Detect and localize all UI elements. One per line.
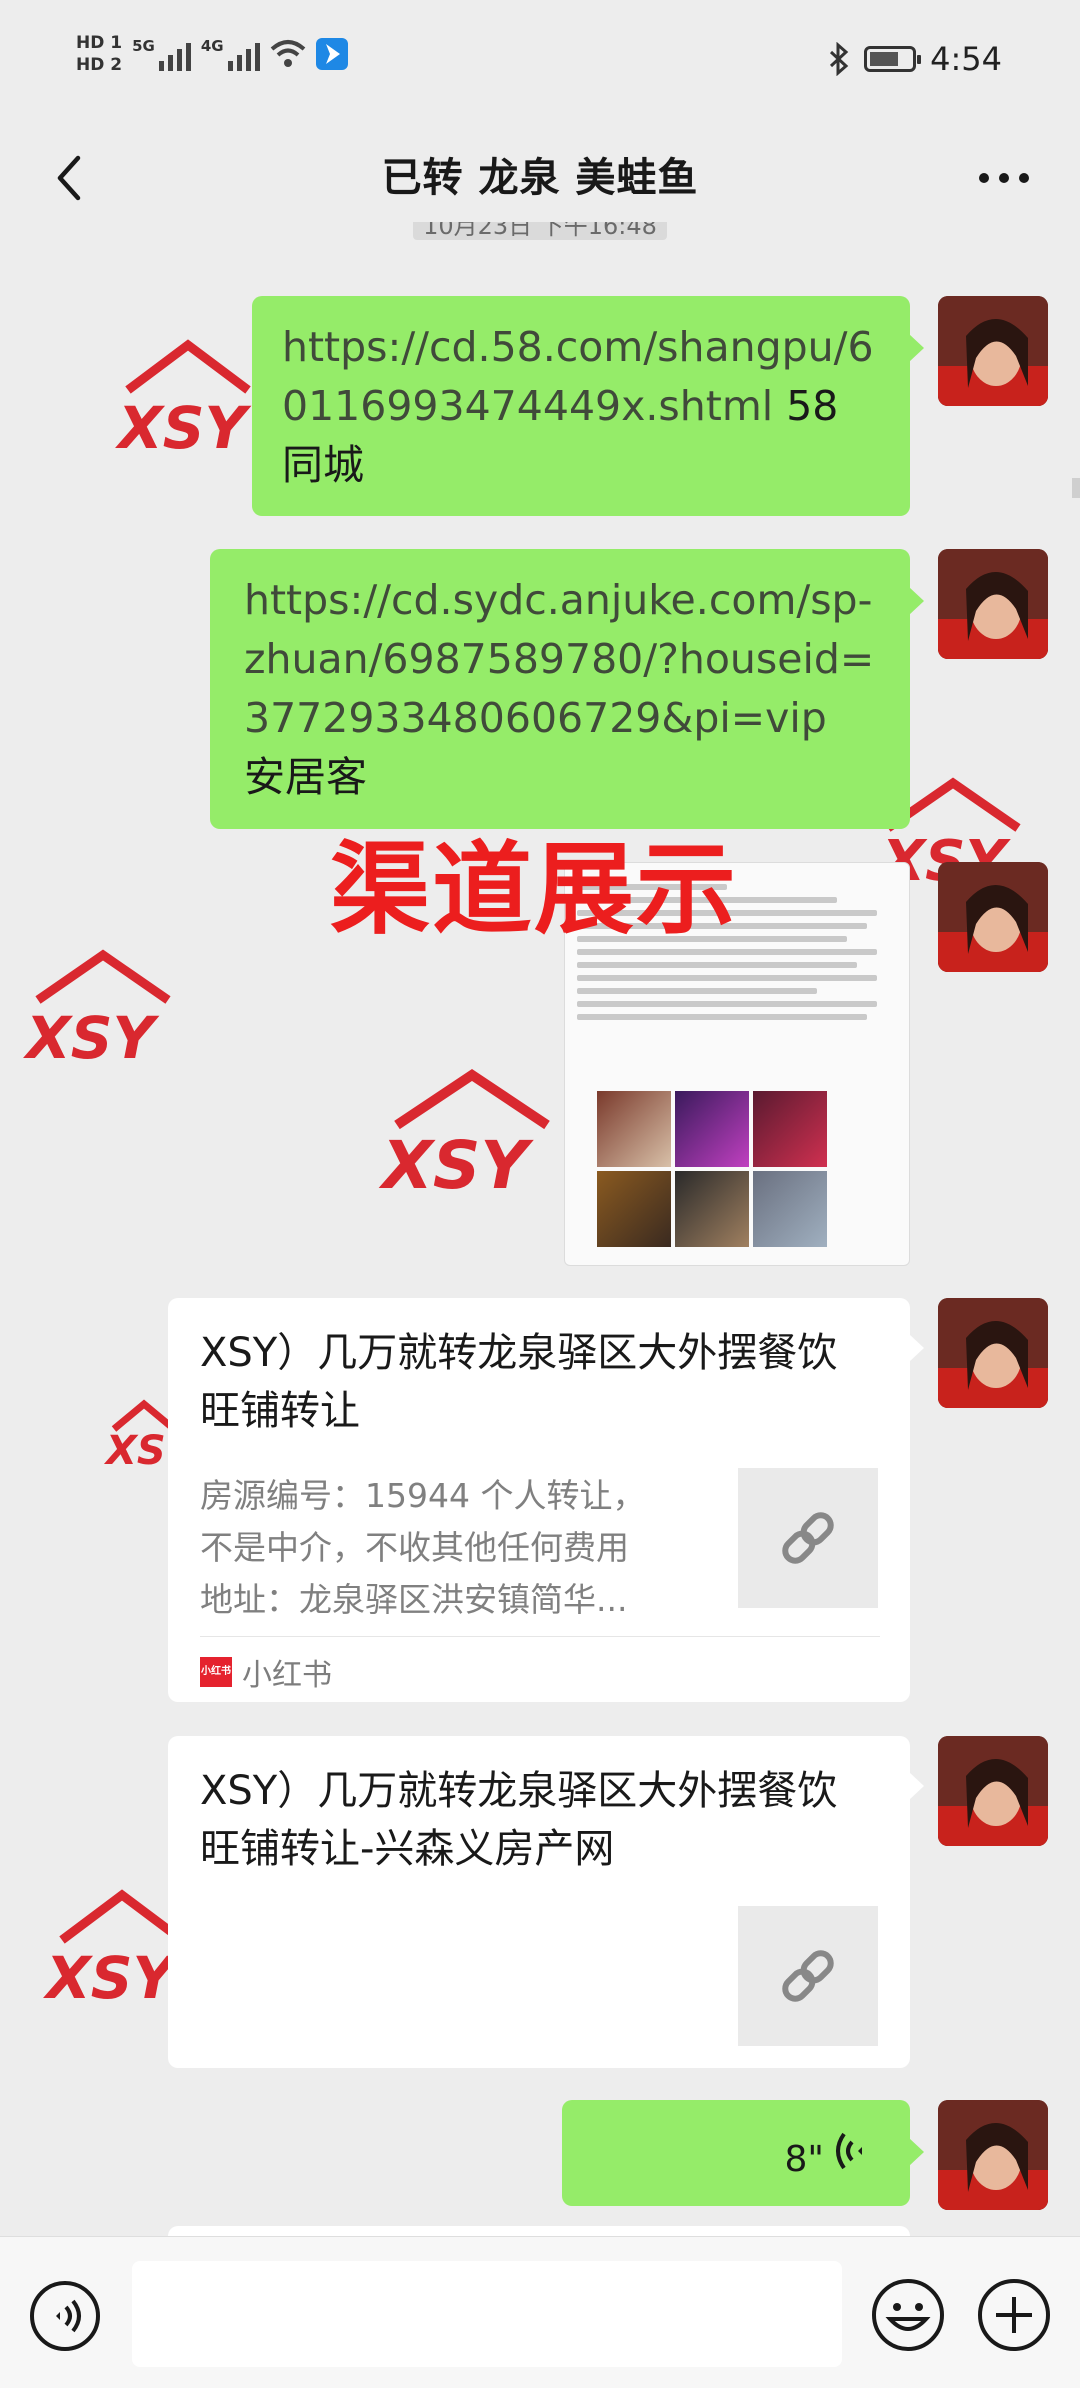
status-right: 4:54 [828, 40, 1002, 78]
card-divider [200, 1636, 880, 1637]
watermark-logo: XSY [43, 1889, 172, 2010]
svg-text:XSY: XSY [43, 1944, 172, 2010]
avatar-photo [938, 549, 1048, 659]
message-link-text[interactable]: https://cd.sydc.anjuke.com/sp-zhuan/6987… [244, 576, 874, 742]
signal-icon-2: 4G [201, 37, 260, 71]
avatar-photo [938, 2100, 1048, 2210]
link-icon [782, 1512, 834, 1564]
status-left: HD 1 HD 2 5G 4G [76, 32, 348, 76]
card-thumbnail [738, 1468, 878, 1608]
battery-icon [864, 46, 922, 72]
scrollbar[interactable] [1072, 478, 1080, 498]
card-desc-line: 不是中介，不收其他任何费用 [200, 1528, 629, 1567]
watermark-logo: XSY [104, 1399, 174, 1474]
hd-indicator: HD 1 HD 2 [76, 32, 122, 76]
watermark-logo: XSY [23, 949, 171, 1070]
link-message-anjuke[interactable]: https://cd.sydc.anjuke.com/sp-zhuan/6987… [210, 549, 924, 829]
chat-header: 已转 龙泉 美蛙鱼 [0, 126, 1080, 230]
hd1-label: HD 1 [76, 33, 123, 53]
voice-duration: 8" [784, 2139, 824, 2180]
avatar[interactable] [938, 549, 1048, 659]
message-link-source: 安居客 [244, 753, 367, 801]
hd2-label: HD 2 [76, 55, 123, 75]
app-notification-icon [315, 38, 348, 70]
clock: 4:54 [930, 40, 1002, 78]
overlay-caption: 渠道展示 [330, 831, 738, 948]
watermark-logo: XSY [378, 1068, 550, 1200]
avatar-photo [938, 296, 1048, 406]
chat-title: 已转 龙泉 美蛙鱼 [381, 155, 699, 201]
xiaohongshu-logo: 小红书 [200, 1657, 232, 1687]
bluetooth-icon [830, 42, 849, 76]
card-title: XSY）几万就转龙泉驿区大外摆餐饮旺铺转让 [200, 1330, 838, 1434]
message-input[interactable] [132, 2261, 842, 2367]
wifi-icon [270, 40, 305, 67]
link-message-58[interactable]: https://cd.58.com/shangpu/60116993474449… [252, 296, 924, 516]
avatar-photo [938, 1298, 1048, 1408]
avatar[interactable] [938, 1736, 1048, 1846]
voice-wave-icon [836, 2132, 862, 2170]
avatar[interactable] [938, 862, 1048, 972]
voice-message[interactable]: 8" [562, 2100, 924, 2206]
avatar-photo [938, 862, 1048, 972]
card-title: XSY）几万就转龙泉驿区大外摆餐饮旺铺转让-兴森义房产网 [200, 1768, 838, 1872]
card-thumbnail [738, 1906, 878, 2046]
avatar-photo [938, 1736, 1048, 1846]
link-card-xingsenyi[interactable]: XSY）几万就转龙泉驿区大外摆餐饮旺铺转让-兴森义房产网 [168, 1736, 924, 2068]
photo-grid [597, 1091, 837, 1247]
card-source-label: 小红书 [242, 1658, 332, 1693]
link-card-xiaohongshu[interactable]: XSY）几万就转龙泉驿区大外摆餐饮旺铺转让 房源编号：15944 个人转让， 不… [168, 1298, 924, 1702]
signal-icon: 5G [132, 37, 191, 71]
card-desc-line: 地址：龙泉驿区洪安镇简华... [200, 1580, 628, 1619]
voice-input-icon[interactable] [28, 2279, 102, 2353]
svg-text:XSY: XSY [104, 1428, 174, 1474]
card-desc-line: 房源编号：15944 个人转让， [200, 1476, 646, 1515]
plus-icon[interactable] [976, 2277, 1052, 2353]
svg-text:XSY: XSY [23, 1004, 159, 1070]
card-source: 小红书 小红书 [200, 1650, 332, 1694]
status-bar: HD 1 HD 2 5G 4G 4:54 [0, 0, 1080, 126]
watermark-logo: XSY [115, 339, 251, 460]
message-timestamp: 10月23日 下午16:48 [380, 222, 700, 246]
svg-text:XSY: XSY [115, 394, 251, 460]
emoji-icon[interactable] [870, 2277, 946, 2353]
svg-text:XSY: XSY [378, 1127, 534, 1200]
link-icon [782, 1950, 834, 2002]
avatar[interactable] [938, 2100, 1048, 2210]
avatar[interactable] [938, 296, 1048, 406]
card-description: 房源编号：15944 个人转让， 不是中介，不收其他任何费用 地址：龙泉驿区洪安… [200, 1470, 700, 1626]
more-icon[interactable] [970, 144, 1038, 212]
network-5g-label: 5G [132, 37, 155, 55]
input-bar [0, 2236, 1080, 2388]
network-4g-label: 4G [200, 37, 224, 55]
avatar[interactable] [938, 1298, 1048, 1408]
